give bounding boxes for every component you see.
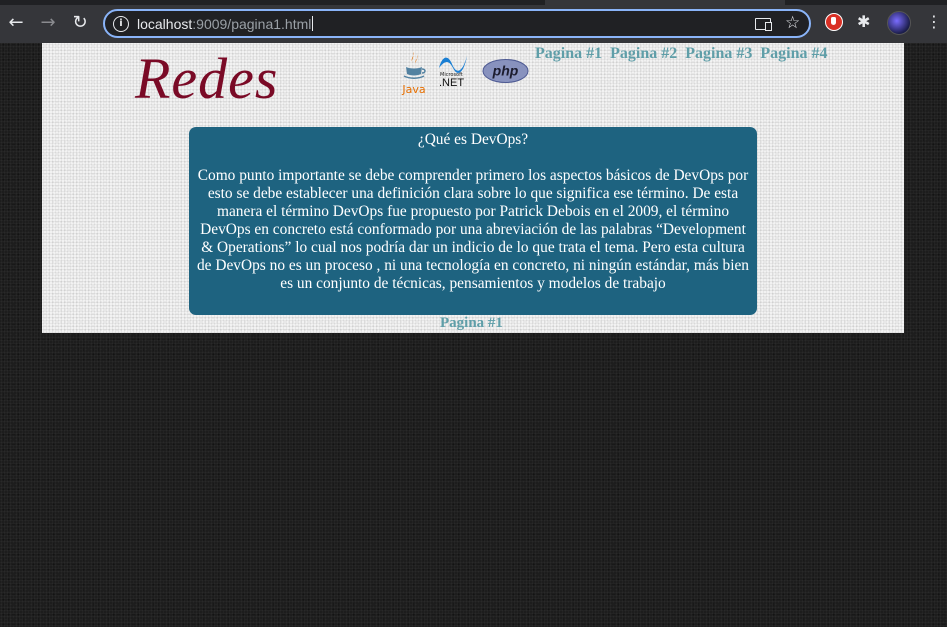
tab-strip	[0, 0, 947, 5]
extensions-puzzle-icon[interactable]: ✱	[857, 13, 875, 31]
nav-link-pagina-2[interactable]: Pagina #2	[610, 45, 677, 62]
nav-link-pagina-4[interactable]: Pagina #4	[760, 45, 827, 62]
text-caret	[312, 16, 314, 31]
url-path: :9009/pagina1.html	[192, 16, 312, 32]
url-host: localhost	[137, 16, 193, 32]
footer-link-pagina-1[interactable]: Pagina #1	[440, 315, 503, 332]
site-title: Redes	[135, 46, 279, 111]
card-body-text: Como punto importante se debe comprender…	[196, 167, 749, 292]
tab-hint	[545, 0, 785, 5]
java-logo-icon: Java	[401, 52, 426, 96]
page-container: Redes Java Microsoft .NET php Pagina #1 …	[42, 43, 904, 333]
site-info-icon[interactable]: i	[113, 16, 129, 32]
card-heading: ¿Qué es DevOps?	[417, 131, 529, 148]
bookmark-star-icon[interactable]: ☆	[785, 13, 800, 33]
top-navigation: Pagina #1 Pagina #2 Pagina #3 Pagina #4	[535, 45, 832, 63]
adblock-extension-icon[interactable]	[825, 13, 843, 31]
cast-icon[interactable]	[755, 18, 772, 31]
back-icon[interactable]: ←	[5, 12, 27, 34]
php-label: php	[492, 63, 519, 79]
browser-toolbar: ← → ↻ i localhost:9009/pagina1.html ☆ ✱ …	[0, 0, 947, 43]
reload-icon[interactable]: ↻	[69, 12, 91, 34]
devops-info-card: ¿Qué es DevOps? Como punto importante se…	[189, 127, 757, 315]
address-bar[interactable]: i localhost:9009/pagina1.html ☆	[103, 9, 811, 38]
nav-link-pagina-3[interactable]: Pagina #3	[685, 45, 752, 62]
browser-menu-icon[interactable]: ⋮	[926, 13, 942, 31]
java-label: Java	[401, 83, 425, 96]
dotnet-logo-icon: Microsoft .NET	[439, 56, 467, 88]
url-text[interactable]: localhost:9009/pagina1.html	[137, 16, 314, 32]
nav-link-pagina-1[interactable]: Pagina #1	[535, 45, 602, 62]
forward-icon[interactable]: →	[37, 12, 59, 34]
dotnet-label: .NET	[439, 77, 464, 88]
profile-avatar[interactable]	[887, 11, 911, 35]
php-logo-icon: php	[482, 59, 529, 83]
